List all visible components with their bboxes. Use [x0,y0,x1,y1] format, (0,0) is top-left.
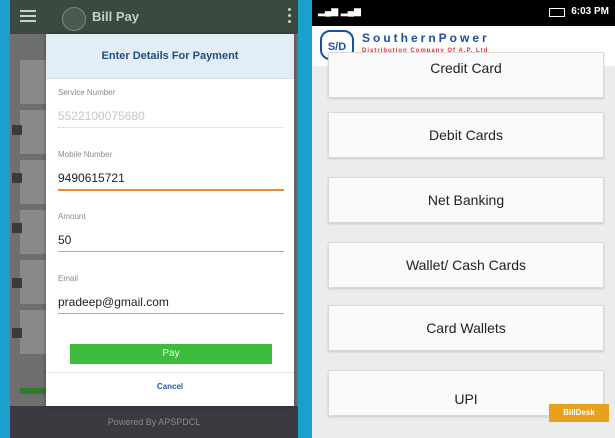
brand-name: SouthernPower [362,31,490,45]
email-input[interactable]: pradeep@gmail.com [58,295,284,314]
status-time: 6:03 PM [571,6,609,17]
background-label-marker [12,328,22,338]
signal-icon: ▂▄▆ ▂▄▆ [318,6,361,16]
background-label-marker [12,278,22,288]
app-logo [62,7,86,31]
billdesk-logo: BillDesk [549,404,609,422]
amount-label: Amount [58,212,86,221]
app-title: Bill Pay [92,9,139,24]
payment-option-wallet-cash-cards[interactable]: Wallet/ Cash Cards [328,242,604,288]
payment-option-net-banking[interactable]: Net Banking [328,177,604,223]
payment-option-debit-cards[interactable]: Debit Cards [328,112,604,158]
payment-option-card-wallets[interactable]: Card Wallets [328,305,604,351]
dialog-title: Enter Details For Payment [46,34,294,79]
app-bar: Bill Pay [10,0,298,34]
amount-input[interactable]: 50 [58,233,284,252]
hamburger-menu-icon[interactable] [20,10,36,22]
left-phone-screen: Bill Pay Powered By APSPDCL Enter Detail… [10,0,298,438]
status-bar: ▂▄▆ ▂▄▆ 6:03 PM [312,0,615,26]
mobile-number-label: Mobile Number [58,150,113,159]
payment-details-dialog: Enter Details For Payment Service Number… [46,34,294,406]
service-number-input[interactable]: 5522100075680 [58,109,284,128]
payment-option-credit-card[interactable]: Credit Card [328,52,604,98]
background-label-marker [12,125,22,135]
pay-button[interactable]: Pay [70,344,272,364]
right-phone-screen: ▂▄▆ ▂▄▆ 6:03 PM S/D SouthernPower Distri… [312,0,615,438]
amount-field: Amount 50 [58,212,284,252]
powered-by-footer: Powered By APSPDCL [10,406,298,438]
battery-icon [549,8,565,17]
background-label-marker [12,223,22,233]
dialog-divider [46,372,294,373]
overflow-menu-icon[interactable] [288,8,292,26]
mobile-number-field: Mobile Number 9490615721 [58,150,284,191]
email-field: Email pradeep@gmail.com [58,274,284,314]
background-label-marker [12,173,22,183]
service-number-field: Service Number 5522100075680 [58,88,284,128]
email-label: Email [58,274,79,283]
cancel-button[interactable]: Cancel [46,376,294,398]
service-number-label: Service Number [58,88,116,97]
mobile-number-input[interactable]: 9490615721 [58,171,284,191]
